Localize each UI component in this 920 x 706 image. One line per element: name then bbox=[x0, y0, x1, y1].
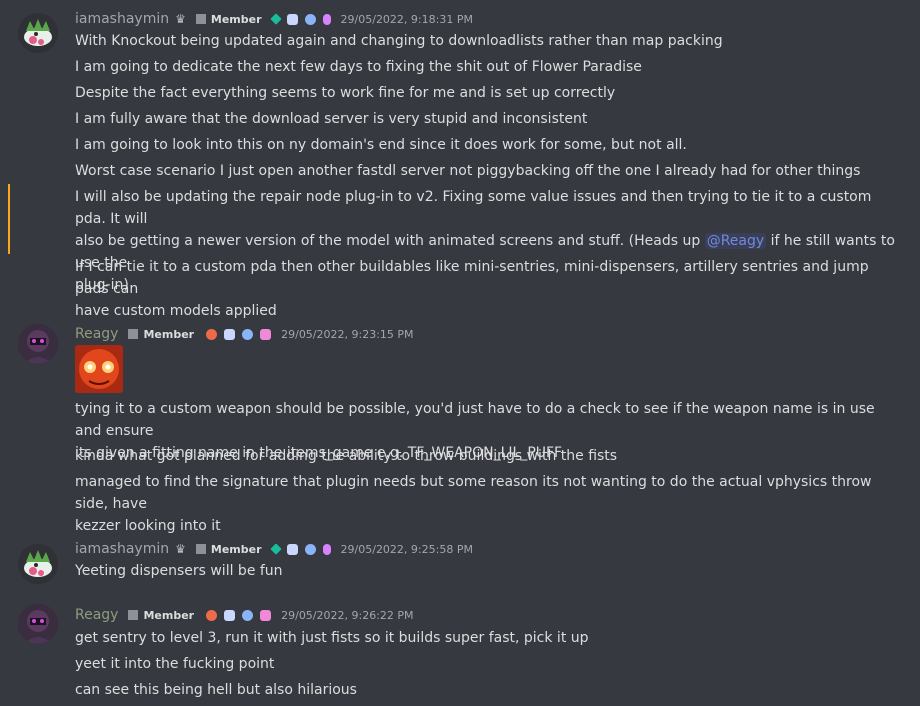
message-text: have custom models applied bbox=[75, 303, 277, 319]
role-square-icon bbox=[128, 329, 139, 339]
username[interactable]: Reagy bbox=[75, 326, 118, 342]
gem-badge-icon bbox=[322, 13, 331, 25]
message-line: With Knockout being updated again and ch… bbox=[75, 33, 723, 49]
message-header: iamashaymin ♛ Member 29/05/2022, 9:18:31… bbox=[75, 9, 473, 29]
message-header: Reagy Member 29/05/2022, 9:26:22 PM bbox=[75, 605, 414, 625]
message-line: Yeeting dispensers will be fun bbox=[75, 563, 283, 579]
mention-highlight-bar bbox=[8, 184, 10, 254]
gem-badge-icon bbox=[322, 543, 331, 555]
message-line: kinda what got planned for adding the ab… bbox=[75, 448, 618, 464]
crown-icon: ♛ bbox=[175, 12, 186, 26]
message-line: I am going to look into this on ny domai… bbox=[75, 137, 687, 153]
message-line: can see this being hell but also hilario… bbox=[75, 682, 357, 698]
username[interactable]: Reagy bbox=[75, 607, 118, 623]
message-line: If I can tie it to a custom pda then oth… bbox=[75, 256, 905, 322]
role-label[interactable]: Member bbox=[143, 609, 194, 622]
message-line: I am going to dedicate the next few days… bbox=[75, 59, 642, 75]
circle-badge-icon bbox=[304, 13, 316, 25]
role-square-icon bbox=[128, 610, 139, 620]
user-avatar[interactable] bbox=[18, 13, 58, 53]
role-square-icon bbox=[195, 14, 206, 24]
game-badge-icon bbox=[224, 328, 236, 340]
message-text: managed to find the signature that plugi… bbox=[75, 474, 872, 512]
diamond-badge-icon bbox=[269, 543, 282, 555]
role-square-icon bbox=[195, 544, 206, 554]
square-badge-icon bbox=[260, 328, 272, 340]
message-text: If I can tie it to a custom pda then oth… bbox=[75, 259, 869, 297]
message-line: Worst case scenario I just open another … bbox=[75, 163, 861, 179]
face-badge-icon bbox=[206, 609, 218, 621]
message-text: tying it to a custom weapon should be po… bbox=[75, 401, 875, 439]
role-label[interactable]: Member bbox=[211, 543, 262, 556]
diamond-badge-icon bbox=[269, 13, 282, 25]
crown-icon: ♛ bbox=[175, 542, 186, 556]
message-line: I am fully aware that the download serve… bbox=[75, 111, 588, 127]
square-badge-icon bbox=[260, 609, 272, 621]
message-line: yeet it into the fucking point bbox=[75, 656, 275, 672]
emoji-attachment[interactable] bbox=[75, 345, 123, 393]
message-header: iamashaymin ♛ Member 29/05/2022, 9:25:58… bbox=[75, 539, 473, 559]
username[interactable]: iamashaymin bbox=[75, 541, 169, 557]
message-line: get sentry to level 3, run it with just … bbox=[75, 630, 589, 646]
user-mention[interactable]: @Reagy bbox=[704, 233, 767, 249]
circle-badge-icon bbox=[242, 609, 254, 621]
timestamp[interactable]: 29/05/2022, 9:18:31 PM bbox=[341, 13, 473, 26]
timestamp[interactable]: 29/05/2022, 9:23:15 PM bbox=[281, 328, 413, 341]
message-header: Reagy Member 29/05/2022, 9:23:15 PM bbox=[75, 324, 414, 344]
message-text: also be getting a newer version of the m… bbox=[75, 233, 705, 249]
message-text: kezzer looking into it bbox=[75, 518, 221, 534]
message-line: Despite the fact everything seems to wor… bbox=[75, 85, 616, 101]
game-badge-icon bbox=[286, 543, 298, 555]
username[interactable]: iamashaymin bbox=[75, 11, 169, 27]
game-badge-icon bbox=[224, 609, 236, 621]
role-label[interactable]: Member bbox=[143, 328, 194, 341]
user-avatar[interactable] bbox=[18, 604, 58, 644]
circle-badge-icon bbox=[242, 328, 254, 340]
message-text: I will also be updating the repair node … bbox=[75, 189, 872, 227]
timestamp[interactable]: 29/05/2022, 9:26:22 PM bbox=[281, 609, 413, 622]
timestamp[interactable]: 29/05/2022, 9:25:58 PM bbox=[341, 543, 473, 556]
face-badge-icon bbox=[206, 328, 218, 340]
game-badge-icon bbox=[286, 13, 298, 25]
circle-badge-icon bbox=[304, 543, 316, 555]
user-avatar[interactable] bbox=[18, 544, 58, 584]
role-label[interactable]: Member bbox=[211, 13, 262, 26]
message-line: managed to find the signature that plugi… bbox=[75, 471, 905, 537]
user-avatar[interactable] bbox=[18, 324, 58, 364]
